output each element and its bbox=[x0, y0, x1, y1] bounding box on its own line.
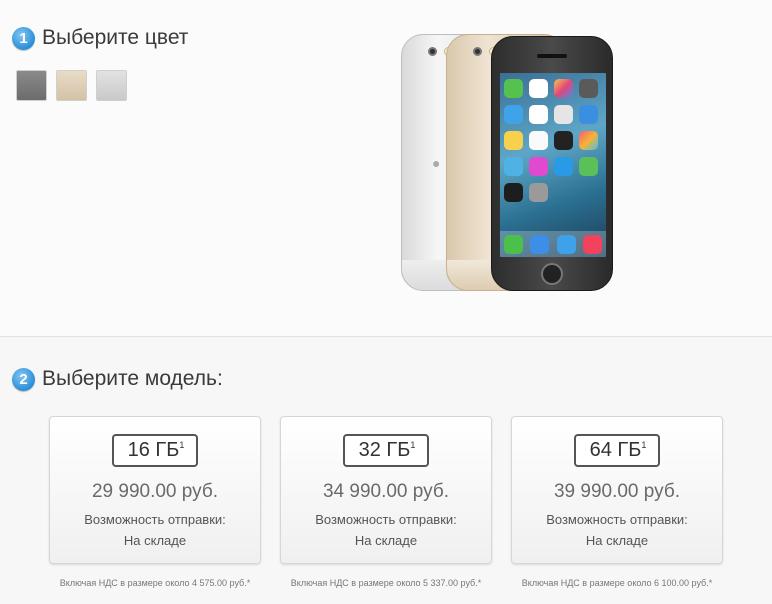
photos-app-icon bbox=[554, 79, 573, 98]
shipping-status: На складе bbox=[123, 533, 187, 548]
model-card-16gb[interactable]: 16 ГБ1 29 990.00 руб. Возможность отправ… bbox=[49, 416, 261, 564]
messages-app-icon bbox=[504, 79, 523, 98]
step-1-badge-icon: 1 bbox=[12, 26, 35, 50]
apple-logo-icon: ● bbox=[432, 155, 441, 171]
shipping-status: На складе bbox=[354, 533, 418, 548]
capacity-text: 64 ГБ bbox=[589, 439, 642, 461]
model-card-64gb[interactable]: 64 ГБ1 39 990.00 руб. Возможность отправ… bbox=[511, 416, 723, 564]
capacity-text: 32 ГБ bbox=[358, 439, 411, 461]
iphone-space-gray-front bbox=[491, 36, 613, 291]
footnote-marker: 1 bbox=[410, 440, 416, 450]
notes-app-icon bbox=[504, 131, 523, 150]
step-2-badge-icon: 2 bbox=[12, 367, 35, 391]
dock bbox=[500, 231, 606, 257]
footnote-marker: 1 bbox=[641, 440, 647, 450]
weather-app-icon bbox=[504, 105, 523, 124]
swatch-silver[interactable] bbox=[96, 70, 127, 101]
step-1-title: Выберите цвет bbox=[42, 26, 189, 49]
price: 39 990.00 руб. bbox=[553, 481, 681, 502]
capacity-label: 32 ГБ1 bbox=[342, 434, 430, 467]
videos-app-icon bbox=[579, 105, 598, 124]
newsstand-app-icon bbox=[504, 157, 523, 176]
compass-app-icon bbox=[504, 183, 523, 202]
maps-app-icon bbox=[554, 105, 573, 124]
phone-screen bbox=[500, 73, 606, 257]
vat-note-16gb: Включая НДС в размере около 4 575.00 руб… bbox=[59, 578, 251, 588]
phone-app-icon bbox=[503, 234, 523, 254]
capacity-text: 16 ГБ bbox=[127, 439, 180, 461]
step-1-heading: 1 Выберите цвет bbox=[12, 26, 188, 50]
section-divider bbox=[0, 336, 772, 337]
camera-icon bbox=[428, 47, 437, 56]
shipping-label: Возможность отправки: bbox=[546, 512, 688, 527]
stocks-app-icon bbox=[554, 131, 573, 150]
settings-app-icon bbox=[529, 183, 548, 202]
capacity-label: 64 ГБ1 bbox=[573, 434, 661, 467]
safari-app-icon bbox=[556, 234, 576, 254]
shipping-status: На складе bbox=[585, 533, 649, 548]
passbook-app-icon bbox=[579, 157, 598, 176]
camera-icon bbox=[473, 47, 482, 56]
clock-app-icon bbox=[529, 105, 548, 124]
speaker-icon bbox=[537, 54, 567, 58]
step-2-title: Выберите модель: bbox=[42, 367, 223, 390]
camera-app-icon bbox=[579, 79, 598, 98]
mail-app-icon bbox=[530, 234, 550, 254]
color-section bbox=[0, 0, 772, 336]
reminders-app-icon bbox=[529, 131, 548, 150]
step-2-heading: 2 Выберите модель: bbox=[12, 367, 223, 391]
price: 34 990.00 руб. bbox=[322, 481, 450, 502]
shipping-label: Возможность отправки: bbox=[84, 512, 226, 527]
home-button-icon bbox=[541, 263, 563, 285]
shipping-label: Возможность отправки: bbox=[315, 512, 457, 527]
vat-note-64gb: Включая НДС в размере около 6 100.00 руб… bbox=[521, 578, 713, 588]
model-card-32gb[interactable]: 32 ГБ1 34 990.00 руб. Возможность отправ… bbox=[280, 416, 492, 564]
vat-note-32gb: Включая НДС в размере около 5 337.00 руб… bbox=[290, 578, 482, 588]
app-store-app-icon bbox=[554, 157, 573, 176]
calendar-app-icon bbox=[529, 79, 548, 98]
capacity-label: 16 ГБ1 bbox=[111, 434, 199, 467]
game-center-app-icon bbox=[579, 131, 598, 150]
swatch-space-gray[interactable] bbox=[16, 70, 47, 101]
footnote-marker: 1 bbox=[179, 440, 185, 450]
swatch-gold[interactable] bbox=[56, 70, 87, 101]
app-grid bbox=[504, 79, 598, 202]
color-swatches bbox=[16, 70, 127, 101]
music-app-icon bbox=[583, 234, 603, 254]
itunes-store-app-icon bbox=[529, 157, 548, 176]
price: 29 990.00 руб. bbox=[91, 481, 219, 502]
